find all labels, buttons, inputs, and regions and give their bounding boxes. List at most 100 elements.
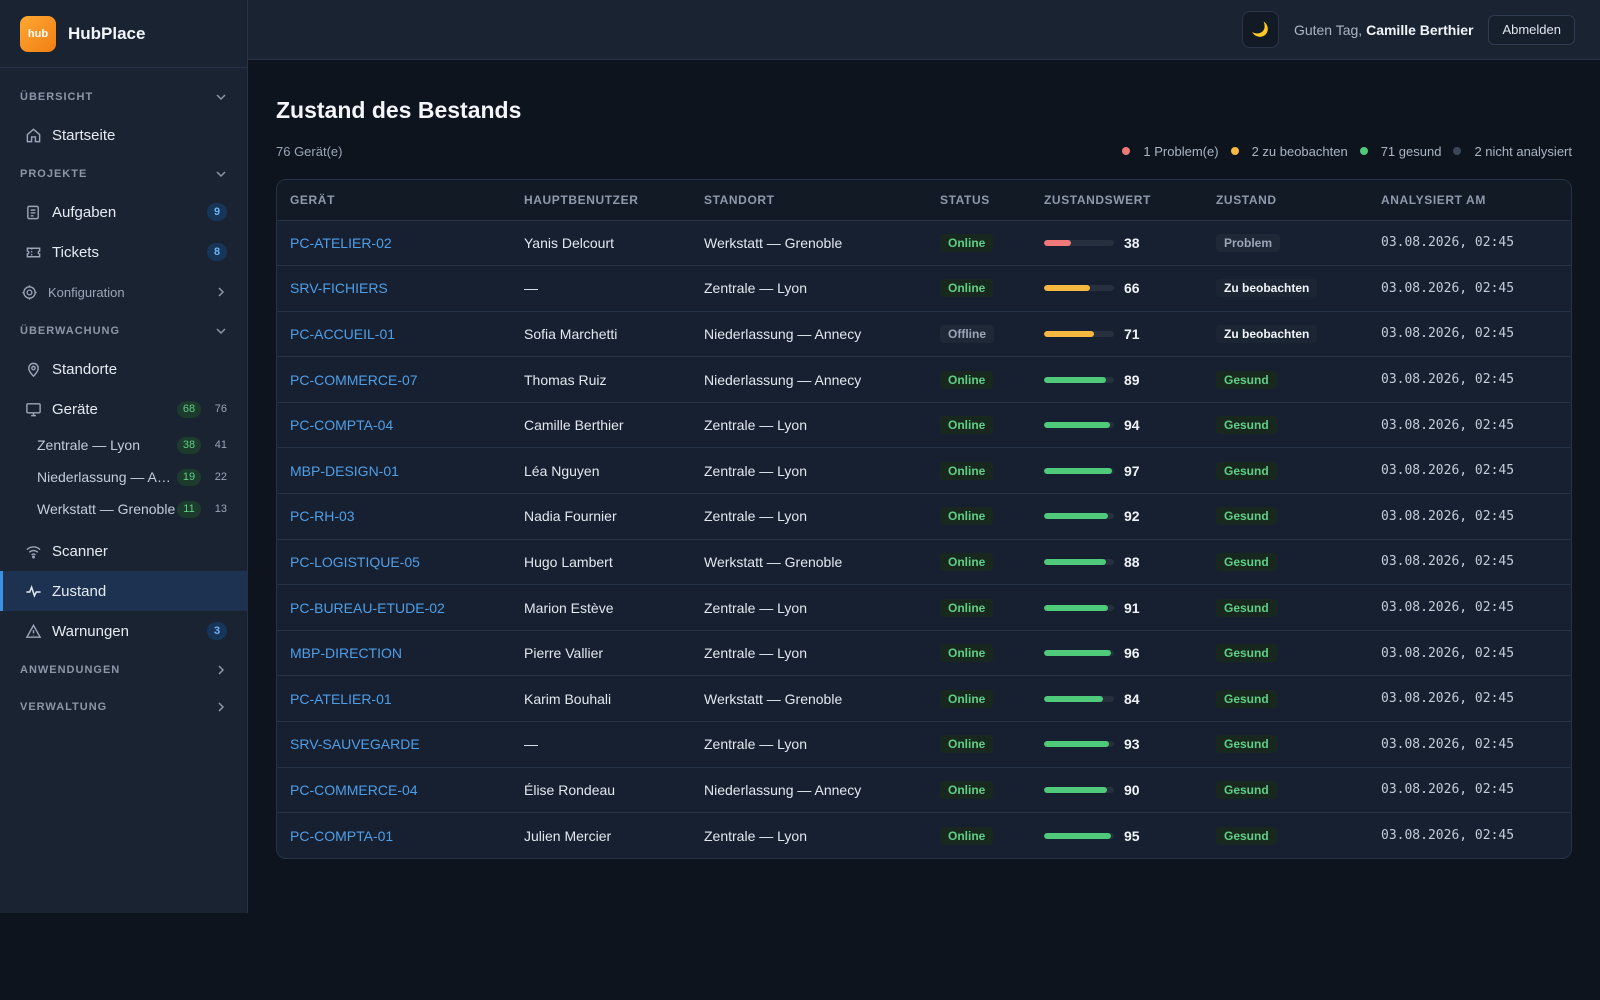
device-link[interactable]: PC-BUREAU-ETUDE-02	[290, 600, 445, 616]
total-count: 41	[214, 439, 227, 451]
condition-cell: Zu beobachten	[1203, 265, 1368, 312]
sidebar-item-tasks[interactable]: Aufgaben 9	[0, 192, 247, 232]
score-cell: 89	[1031, 356, 1203, 403]
section-monitoring[interactable]: ÜBERWACHUNG	[0, 312, 247, 349]
sidebar-subitem-label: Zentrale — Lyon	[37, 437, 140, 453]
health-score: 66	[1044, 280, 1203, 296]
sidebar-subitem-annecy[interactable]: Niederlassung — Annecy 19 22	[0, 461, 247, 493]
location-cell: Werkstatt — Grenoble	[691, 220, 927, 267]
column-header[interactable]: ZUSTANDSWERT	[1031, 180, 1203, 221]
sidebar-subitem-grenoble[interactable]: Werkstatt — Grenoble 11 13	[0, 493, 247, 525]
sidebar-subitem-lyon[interactable]: Zentrale — Lyon 38 41	[0, 429, 247, 461]
device-link[interactable]: PC-COMMERCE-04	[290, 782, 418, 798]
device-link[interactable]: PC-LOGISTIQUE-05	[290, 554, 420, 570]
condition-cell: Gesund	[1203, 493, 1368, 540]
section-projects[interactable]: PROJEKTE	[0, 155, 247, 192]
table-row[interactable]: PC-BUREAU-ETUDE-02 Marion Estève Zentral…	[277, 584, 1571, 631]
table-row[interactable]: PC-COMPTA-01 Julien Mercier Zentrale — L…	[277, 813, 1571, 859]
sidebar-item-config[interactable]: Konfiguration	[0, 272, 247, 312]
table-row[interactable]: PC-COMMERCE-07 Thomas Ruiz Niederlassung…	[277, 356, 1571, 403]
health-score: 91	[1044, 600, 1203, 616]
sidebar-item-label: Standorte	[52, 360, 118, 378]
chevron-down-icon	[215, 168, 227, 180]
device-link[interactable]: PC-ATELIER-01	[290, 691, 392, 707]
column-header[interactable]: ZUSTAND	[1203, 180, 1368, 221]
device-link[interactable]: PC-ACCUEIL-01	[290, 326, 395, 342]
column-header[interactable]: HAUPTBENUTZER	[511, 180, 691, 221]
sidebar-item-scanner[interactable]: Scanner	[0, 531, 247, 571]
device-link[interactable]: PC-COMPTA-01	[290, 828, 393, 844]
column-header[interactable]: ANALYSIERT AM	[1368, 180, 1571, 221]
status-badge: Online	[940, 461, 994, 480]
table-row[interactable]: SRV-SAUVEGARDE — Zentrale — Lyon Online …	[277, 721, 1571, 768]
monitor-icon	[24, 400, 42, 418]
condition-badge: Gesund	[1216, 507, 1277, 526]
table-row[interactable]: PC-ACCUEIL-01 Sofia Marchetti Niederlass…	[277, 311, 1571, 358]
score-bar-fill	[1044, 741, 1110, 748]
status-cell: Online	[927, 584, 1031, 631]
table-row[interactable]: PC-LOGISTIQUE-05 Hugo Lambert Werkstatt …	[277, 539, 1571, 586]
health-score: 90	[1044, 782, 1203, 798]
score-value: 88	[1124, 553, 1140, 570]
table-row[interactable]: PC-RH-03 Nadia Fournier Zentrale — Lyon …	[277, 493, 1571, 540]
section-apps[interactable]: ANWENDUNGEN	[0, 651, 247, 688]
sidebar-item-tickets[interactable]: Tickets 8	[0, 232, 247, 272]
sidebar-item-label: Warnungen	[52, 622, 129, 640]
wifi-icon	[24, 542, 42, 560]
brand[interactable]: hub HubPlace	[0, 0, 247, 68]
user-cell: Thomas Ruiz	[511, 356, 691, 403]
section-admin[interactable]: VERWALTUNG	[0, 688, 247, 725]
location-cell: Zentrale — Lyon	[691, 447, 927, 495]
sidebar-item-home[interactable]: Startseite	[0, 115, 247, 155]
column-header[interactable]: GERÄT	[277, 180, 511, 221]
location-cell: Werkstatt — Grenoble	[691, 539, 927, 586]
device-link[interactable]: SRV-SAUVEGARDE	[290, 736, 420, 752]
device-cell: SRV-SAUVEGARDE	[277, 721, 511, 768]
status-cell: Online	[927, 721, 1031, 768]
device-link[interactable]: SRV-FICHIERS	[290, 280, 388, 296]
table-row[interactable]: PC-COMPTA-04 Camille Berthier Zentrale —…	[277, 402, 1571, 449]
sidebar-item-warnings[interactable]: Warnungen 3	[0, 611, 247, 651]
device-link[interactable]: PC-RH-03	[290, 508, 355, 524]
table-row[interactable]: MBP-DESIGN-01 Léa Nguyen Zentrale — Lyon…	[277, 447, 1571, 495]
score-cell: 84	[1031, 675, 1203, 723]
device-link[interactable]: MBP-DIRECTION	[290, 645, 402, 661]
logout-button[interactable]: Abmelden	[1488, 14, 1575, 45]
device-cell: SRV-FICHIERS	[277, 265, 511, 312]
sidebar-item-devices[interactable]: Geräte 68 76	[0, 389, 247, 429]
column-header[interactable]: STATUS	[927, 180, 1031, 221]
tasks-count-badge: 9	[207, 203, 227, 221]
score-bar	[1044, 376, 1114, 383]
score-bar-fill	[1044, 832, 1111, 839]
location-cell: Zentrale — Lyon	[691, 402, 927, 449]
table-row[interactable]: MBP-DIRECTION Pierre Vallier Zentrale — …	[277, 630, 1571, 677]
table-row[interactable]: PC-ATELIER-01 Karim Bouhali Werkstatt — …	[277, 675, 1571, 723]
device-link[interactable]: PC-ATELIER-02	[290, 235, 392, 251]
sidebar-item-locations[interactable]: Standorte	[0, 349, 247, 389]
column-header[interactable]: STANDORT	[691, 180, 927, 221]
device-link[interactable]: PC-COMPTA-04	[290, 417, 393, 433]
condition-cell: Zu beobachten	[1203, 311, 1368, 358]
table-row[interactable]: PC-ATELIER-02 Yanis Delcourt Werkstatt —…	[277, 220, 1571, 267]
location-cell: Werkstatt — Grenoble	[691, 675, 927, 723]
score-bar-fill	[1044, 695, 1103, 702]
score-value: 89	[1124, 371, 1140, 388]
device-link[interactable]: MBP-DESIGN-01	[290, 463, 399, 479]
condition-badge: Gesund	[1216, 370, 1277, 389]
score-bar-fill	[1044, 650, 1112, 657]
analyzed-cell: 03.08.2026, 02:45	[1368, 356, 1571, 403]
sidebar-item-health[interactable]: Zustand	[0, 571, 247, 611]
chevron-right-icon	[215, 664, 227, 676]
table-row[interactable]: SRV-FICHIERS — Zentrale — Lyon Online 66…	[277, 265, 1571, 312]
device-cell: PC-RH-03	[277, 493, 511, 540]
score-bar-fill	[1044, 376, 1107, 383]
user-cell: Léa Nguyen	[511, 447, 691, 495]
section-overview[interactable]: ÜBERSICHT	[0, 78, 247, 115]
device-link[interactable]: PC-COMMERCE-07	[290, 372, 418, 388]
status-badge: Online	[940, 552, 994, 571]
score-value: 97	[1124, 462, 1140, 479]
score-bar	[1044, 513, 1114, 520]
theme-toggle-button[interactable]: 🌙	[1241, 11, 1279, 48]
condition-badge: Problem	[1216, 233, 1281, 252]
table-row[interactable]: PC-COMMERCE-04 Élise Rondeau Niederlassu…	[277, 767, 1571, 814]
